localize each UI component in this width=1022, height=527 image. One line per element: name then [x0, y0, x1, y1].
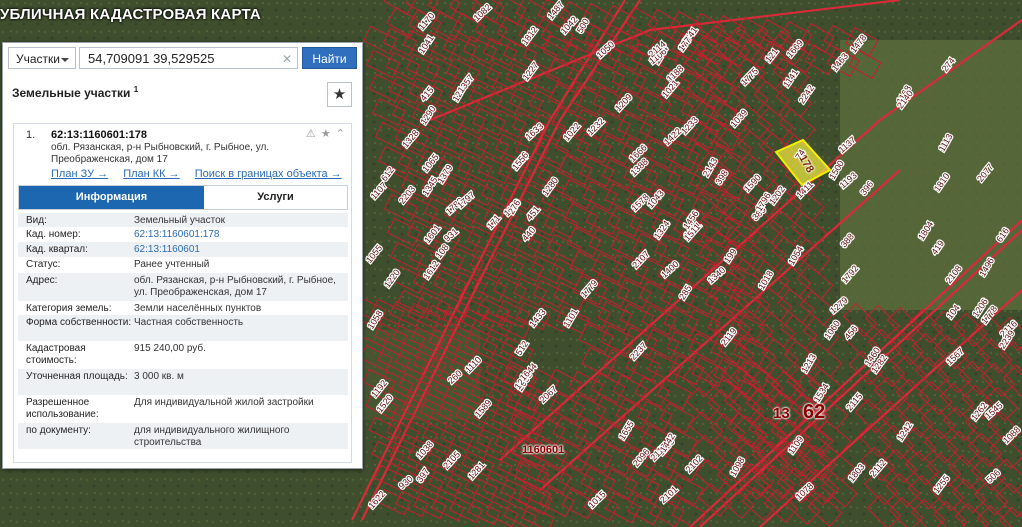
info-row: Кадастровая стоимость: 915 240,00 руб.: [18, 341, 348, 369]
info-value: Земли населённых пунктов: [134, 303, 262, 314]
info-value[interactable]: 62:13:1160601: [134, 244, 344, 256]
search-query: 54,709091 39,529525: [88, 51, 215, 66]
info-value[interactable]: 62:13:1160601:178: [134, 229, 344, 241]
result-card: 1. 62:13:1160601:178 ⚠ ★ ⌃ обл. Рязанска…: [13, 123, 352, 463]
info-row: Кад. квартал: 62:13:1160601: [18, 242, 348, 257]
info-row: Категория земель: Земли населённых пункто…: [18, 301, 348, 315]
chevron-up-icon[interactable]: ⌃: [336, 128, 346, 140]
info-key: Форма собственности:: [26, 317, 132, 328]
info-key: по документу:: [26, 425, 91, 436]
info-row: Разрешенное использование: Для индивидуал…: [18, 395, 348, 423]
info-key: Уточненная площадь:: [26, 371, 128, 382]
search-type-select[interactable]: Участки: [8, 47, 76, 69]
info-row: Уточненная площадь: 3 000 кв. м: [18, 369, 348, 395]
find-button[interactable]: Найти: [302, 47, 357, 69]
result-links: План ЗУ → План КК → Поиск в границах объ…: [51, 168, 354, 180]
info-row: Форма собственности: Частная собственност…: [18, 315, 348, 341]
info-key: Адрес:: [26, 275, 58, 286]
field-area: [840, 40, 1022, 310]
info-value: Частная собственность: [134, 317, 244, 328]
search-input[interactable]: 54,709091 39,529525 ✕: [79, 47, 298, 69]
favorite-button[interactable]: ★: [327, 82, 352, 107]
search-bar: Участки 54,709091 39,529525 ✕ Найти: [8, 47, 357, 71]
search-panel: Участки 54,709091 39,529525 ✕ Найти Земе…: [2, 42, 363, 469]
info-row: Кад. номер: 62:13:1160601:178: [18, 227, 348, 242]
cadastral-number-title[interactable]: 62:13:1160601:178: [51, 129, 147, 141]
info-row: Вид: Земельный участок: [18, 213, 348, 227]
info-row: по документу: для индивидуального жилищно…: [18, 423, 348, 449]
result-index: 1.: [26, 129, 36, 141]
info-key: Кадастровая стоимость:: [26, 343, 86, 366]
info-key: Кад. номер:: [26, 229, 81, 240]
star-icon: ★: [332, 86, 347, 103]
district-label: 13: [773, 405, 790, 422]
warning-icon[interactable]: ⚠: [306, 128, 317, 140]
info-value: Для индивидуальной жилой застройки: [134, 397, 314, 408]
info-value: обл. Рязанская, р-н Рыбновский, г. Рыбно…: [134, 275, 336, 298]
result-tabs: Информация Услуги: [18, 185, 348, 210]
info-value: 3 000 кв. м: [134, 371, 184, 382]
result-tools: ⚠ ★ ⌃: [306, 127, 346, 140]
results-count: 1: [133, 85, 139, 94]
tab-services[interactable]: Услуги: [204, 186, 347, 209]
info-key: Статус:: [26, 259, 61, 270]
results-title-text: Земельные участки: [12, 86, 131, 100]
quarter-label: 1160601: [522, 444, 565, 456]
info-value: 915 240,00 руб.: [134, 343, 206, 354]
info-key: Категория земель:: [26, 303, 112, 314]
tab-info[interactable]: Информация: [19, 186, 204, 209]
search-bounds-link[interactable]: Поиск в границах объекта →: [195, 168, 342, 180]
info-row: Статус: Ранее учтенный: [18, 257, 348, 273]
info-key: Разрешенное использование:: [26, 397, 99, 420]
results-title: Земельные участки 1: [12, 85, 138, 100]
clear-icon[interactable]: ✕: [282, 48, 292, 70]
star-icon[interactable]: ★: [321, 128, 332, 140]
info-key: Вид:: [26, 215, 47, 226]
chevron-down-icon: [61, 58, 69, 62]
plan-kk-link[interactable]: План КК →: [123, 168, 179, 180]
info-row: Адрес: обл. Рязанская, р-н Рыбновский, г.…: [18, 273, 348, 301]
region-label: 62: [803, 401, 826, 423]
result-address: обл. Рязанская, р-н Рыбновский, г. Рыбно…: [51, 142, 270, 165]
search-type-label: Участки: [16, 52, 60, 66]
app-title: УБЛИЧНАЯ КАДАСТРОВАЯ КАРТА: [0, 6, 261, 23]
info-value: Земельный участок: [134, 215, 226, 226]
plan-zu-link[interactable]: План ЗУ →: [51, 168, 108, 180]
info-value: для индивидуального жилищного строительс…: [134, 425, 290, 448]
info-key: Кад. квартал:: [26, 244, 88, 255]
info-value: Ранее учтенный: [134, 259, 210, 270]
